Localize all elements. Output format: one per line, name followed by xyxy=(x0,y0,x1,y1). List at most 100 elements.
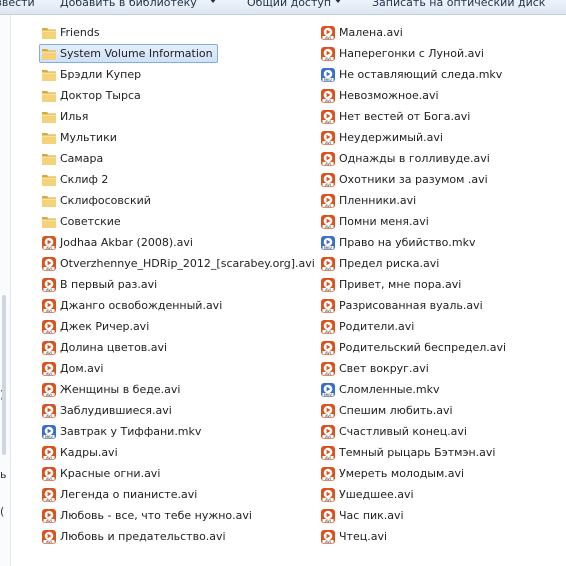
file-item[interactable]: AVI Счастливый конец.avi xyxy=(320,422,467,441)
svg-text:AVI: AVI xyxy=(46,392,52,396)
folder-item[interactable]: Советские xyxy=(41,212,121,231)
file-item[interactable]: AVI Час пик.avi xyxy=(320,506,404,525)
nav-pane-text: ь xyxy=(0,468,7,481)
file-item[interactable]: MKV Сломленные.mkv xyxy=(320,380,439,399)
folder-item[interactable]: Мультики xyxy=(41,128,117,147)
folder-item[interactable]: Склифосовский xyxy=(41,191,151,210)
avi-file-icon: AVI xyxy=(320,361,336,377)
avi-file-icon: AVI xyxy=(41,487,57,503)
svg-text:AVI: AVI xyxy=(46,287,52,291)
svg-text:AVI: AVI xyxy=(46,455,52,459)
folder-item[interactable]: Доктор Тырса xyxy=(41,86,141,105)
file-item[interactable]: AVI Otverzhennye_HDRip_2012_[scarabey.org… xyxy=(41,254,315,273)
avi-file-icon: AVI xyxy=(320,277,336,293)
file-item[interactable]: AVI Помни меня.avi xyxy=(320,212,429,231)
item-label: Джанго освобожденный.avi xyxy=(60,299,223,312)
file-item[interactable]: AVI Jodhaa Akbar (2008).avi xyxy=(41,233,193,252)
folder-item[interactable]: System Volume Information xyxy=(39,44,218,63)
avi-file-icon: AVI xyxy=(320,466,336,482)
file-item[interactable]: AVI Малена.avi xyxy=(320,23,403,42)
file-item[interactable]: AVI Дом.avi xyxy=(41,359,103,378)
file-item[interactable]: AVI Наперегонки с Луной.avi xyxy=(320,44,484,63)
item-label: Родители.avi xyxy=(339,320,415,333)
svg-text:AVI: AVI xyxy=(325,224,331,228)
toolbar-burn-button[interactable]: Записать на оптический диск xyxy=(372,0,545,11)
file-item[interactable]: AVI Неудержимый.avi xyxy=(320,128,443,147)
file-item[interactable]: AVI Нет вестей от Бога.avi xyxy=(320,107,470,126)
avi-file-icon: AVI xyxy=(41,298,57,314)
file-item[interactable]: AVI Долина цветов.avi xyxy=(41,338,167,357)
svg-text:AVI: AVI xyxy=(325,98,331,102)
file-item[interactable]: AVI Темный рыцарь Бэтмэн.avi xyxy=(320,443,496,462)
file-item[interactable]: AVI Красные огни.avi xyxy=(41,464,160,483)
svg-text:AVI: AVI xyxy=(325,287,331,291)
file-item[interactable]: AVI Кадры.avi xyxy=(41,443,118,462)
folder-icon xyxy=(41,151,57,167)
avi-file-icon: AVI xyxy=(320,88,336,104)
svg-text:AVI: AVI xyxy=(325,308,331,312)
file-item[interactable]: AVI Джек Ричер.avi xyxy=(41,317,149,336)
item-label: В первый раз.avi xyxy=(60,278,158,291)
avi-file-icon: AVI xyxy=(320,487,336,503)
item-label: Дом.avi xyxy=(60,362,104,375)
item-label: Темный рыцарь Бэтмэн.avi xyxy=(339,446,496,459)
file-item[interactable]: AVI Женщины в беде.avi xyxy=(41,380,180,399)
item-label: Малена.avi xyxy=(339,26,403,39)
file-item[interactable]: AVI Любовь - все, что тебе нужно.avi xyxy=(41,506,252,525)
file-item[interactable]: AVI Чтец.avi xyxy=(320,527,387,546)
folder-item[interactable]: Склиф 2 xyxy=(41,170,108,189)
avi-file-icon: AVI xyxy=(320,25,336,41)
mkv-file-icon: MKV xyxy=(320,235,336,251)
item-label: Счастливый конец.avi xyxy=(339,425,467,438)
folder-item[interactable]: Самара xyxy=(41,149,103,168)
file-item[interactable]: MKV Завтрак у Тиффани.mkv xyxy=(41,422,201,441)
item-label: Склиф 2 xyxy=(60,173,109,186)
item-label: Пленники.avi xyxy=(339,194,417,207)
chevron-down-icon[interactable] xyxy=(209,0,217,3)
file-item[interactable]: AVI Заблудившиеся.avi xyxy=(41,401,172,420)
avi-file-icon: AVI xyxy=(320,130,336,146)
file-item[interactable]: AVI Разрисованная вуаль.avi xyxy=(320,296,483,315)
svg-text:AVI: AVI xyxy=(46,413,52,417)
file-item[interactable]: AVI Спешим любить.avi xyxy=(320,401,453,420)
item-label: Родительский беспредел.avi xyxy=(339,341,507,354)
file-item[interactable]: AVI Родители.avi xyxy=(320,317,414,336)
nav-pane-scrollbar[interactable] xyxy=(2,295,6,455)
svg-text:AVI: AVI xyxy=(46,329,52,333)
toolbar-item-play[interactable]: звести xyxy=(0,0,35,11)
file-item[interactable]: AVI Родительский беспредел.avi xyxy=(320,338,506,357)
file-item[interactable]: AVI Умереть молодым.avi xyxy=(320,464,464,483)
folder-item[interactable]: Friends xyxy=(41,23,100,42)
toolbar-share-button[interactable]: Общий доступ xyxy=(247,0,331,11)
toolbar-add-to-library-button[interactable]: Добавить в библиотеку xyxy=(60,0,197,11)
file-item[interactable]: MKV Не оставляющий следа.mkv xyxy=(320,65,502,84)
item-label: Нет вестей от Бога.avi xyxy=(339,110,471,123)
folder-item[interactable]: Брэдли Купер xyxy=(41,65,141,84)
svg-text:MKV: MKV xyxy=(45,434,53,438)
svg-text:AVI: AVI xyxy=(325,266,331,270)
file-item[interactable]: AVI Охотники за разумом .avi xyxy=(320,170,488,189)
file-item[interactable]: AVI Невозможное.avi xyxy=(320,86,439,105)
avi-file-icon: AVI xyxy=(41,445,57,461)
file-item[interactable]: AVI Привет, мне пора.avi xyxy=(320,275,461,294)
file-item[interactable]: AVI Пленники.avi xyxy=(320,191,416,210)
file-item[interactable]: AVI Предел риска.avi xyxy=(320,254,439,273)
svg-text:AVI: AVI xyxy=(325,497,331,501)
file-item[interactable]: AVI Свет вокруг.avi xyxy=(320,359,429,378)
file-item[interactable]: AVI Любовь и предательство.avi xyxy=(41,527,226,546)
file-item[interactable]: AVI Однажды в голливуде.avi xyxy=(320,149,490,168)
item-label: Любовь и предательство.avi xyxy=(60,530,226,543)
file-item[interactable]: AVI Ушедшее.avi xyxy=(320,485,414,504)
nav-pane-text: ( xyxy=(0,505,5,518)
folder-item[interactable]: Илья xyxy=(41,107,88,126)
item-label: Otverzhennye_HDRip_2012_[scarabey.org].a… xyxy=(60,257,315,270)
file-item[interactable]: AVI В первый раз.avi xyxy=(41,275,157,294)
chevron-down-icon[interactable] xyxy=(334,0,342,3)
item-label: Кадры.avi xyxy=(60,446,118,459)
svg-text:MKV: MKV xyxy=(324,392,332,396)
item-label: Friends xyxy=(60,26,100,39)
avi-file-icon: AVI xyxy=(320,319,336,335)
file-item[interactable]: MKV Право на убийство.mkv xyxy=(320,233,476,252)
file-item[interactable]: AVI Легенда о пианисте.avi xyxy=(41,485,197,504)
file-item[interactable]: AVI Джанго освобожденный.avi xyxy=(41,296,222,315)
